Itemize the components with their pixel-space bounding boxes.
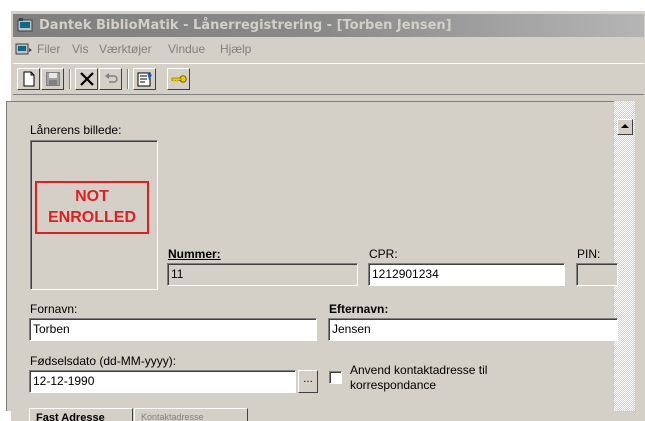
menu-filer[interactable]: Filer	[37, 42, 60, 56]
properties-button[interactable]	[133, 68, 156, 90]
cpr-field[interactable]: 1212901234	[368, 263, 565, 286]
undo-icon	[105, 73, 118, 83]
scroll-up-button[interactable]	[617, 119, 633, 135]
menu-hjaelp[interactable]: Hjælp	[220, 42, 251, 56]
new-document-icon	[23, 71, 35, 87]
menu-vis[interactable]: Vis	[72, 42, 88, 56]
date-picker-button[interactable]: ...	[298, 370, 318, 393]
menu-vaerktojer[interactable]: Værktøjer	[99, 42, 152, 56]
efternavn-label: Efternavn:	[329, 302, 389, 316]
nummer-field: 11	[167, 263, 358, 286]
properties-icon	[137, 72, 152, 87]
menu-vindue[interactable]: Vindue	[168, 42, 205, 56]
delete-button[interactable]	[75, 68, 98, 90]
contact-address-checkbox[interactable]	[329, 371, 342, 384]
key-button[interactable]	[167, 68, 190, 90]
pin-label: PIN:	[577, 247, 601, 261]
contact-checkbox-label-line2: korrespondance	[350, 378, 437, 392]
toolbar-separator	[127, 69, 129, 89]
fornavn-field[interactable]: Torben	[29, 318, 317, 341]
birthdate-label: Fødselsdato (dd-MM-yyyy):	[30, 354, 177, 368]
fornavn-label: Fornavn:	[30, 302, 78, 316]
save-button[interactable]	[41, 68, 64, 90]
photo-label: Lånerens billede:	[30, 123, 122, 137]
toolbar	[13, 63, 644, 95]
pin-field[interactable]	[576, 263, 618, 286]
toolbar-separator	[69, 69, 71, 89]
window-title: Dantek BiblioMatik - Lånerregistrering -…	[39, 18, 452, 33]
photo-frame: NOT ENROLLED	[30, 140, 158, 290]
efternavn-field[interactable]: Jensen	[328, 318, 618, 341]
nummer-label: Nummer:	[168, 247, 221, 261]
cpr-label: CPR:	[369, 247, 398, 261]
contact-checkbox-label-line1: Anvend kontaktadresse til	[350, 363, 488, 377]
not-enrolled-badge: NOT ENROLLED	[35, 181, 149, 234]
key-icon	[171, 75, 187, 83]
title-bar: Dantek BiblioMatik - Lånerregistrering -…	[13, 14, 644, 37]
delete-icon	[80, 72, 94, 86]
save-icon	[46, 72, 60, 86]
birthdate-field[interactable]: 12-12-1990	[29, 370, 296, 393]
vertical-scrollbar[interactable]	[614, 101, 635, 411]
new-button[interactable]	[17, 68, 40, 90]
undo-button[interactable]	[99, 68, 122, 90]
tab-fast-adresse[interactable]: Fast Adresse	[29, 408, 133, 421]
menu-bar: Filer Vis Værktøjer Vindue Hjælp	[13, 39, 644, 59]
tab-kontaktadresse[interactable]: Kontaktadresse	[134, 408, 248, 421]
app-icon	[17, 18, 33, 32]
window-menu-icon[interactable]	[15, 42, 33, 56]
